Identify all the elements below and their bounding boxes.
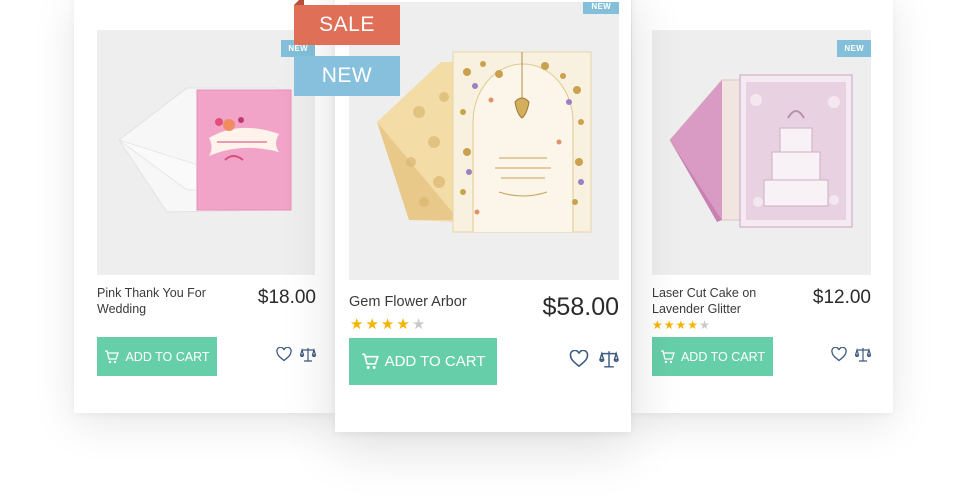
- card-envelope-illustration: [652, 30, 871, 275]
- product-title[interactable]: Laser Cut Cake on Lavender Glitter: [652, 285, 782, 317]
- product-actions: [831, 346, 872, 362]
- product-price: $12.00: [812, 287, 871, 308]
- product-image[interactable]: NEW: [652, 30, 871, 275]
- heart-icon[interactable]: [831, 346, 847, 362]
- product-card-laser-cut-cake: NEW Laser Cut Cake on Lavender Glitter $…: [632, 0, 893, 413]
- add-to-cart-button[interactable]: ADD TO CART: [97, 337, 217, 376]
- add-to-cart-button[interactable]: ADD TO CART: [349, 338, 497, 385]
- add-to-cart-label: ADD TO CART: [384, 353, 486, 370]
- shopping-cart-icon: [660, 349, 675, 364]
- new-badge: NEW: [837, 40, 871, 57]
- star-filled: ★: [396, 316, 412, 333]
- scales-icon[interactable]: [854, 347, 872, 362]
- product-actions: [569, 349, 619, 368]
- star-filled: ★: [687, 318, 700, 332]
- star-filled: ★: [365, 316, 381, 333]
- product-price: $18.00: [257, 287, 316, 308]
- product-price: $58.00: [542, 293, 619, 321]
- sale-ribbon: SALE: [294, 0, 400, 45]
- star-filled: ★: [380, 316, 397, 333]
- star-filled: ★: [652, 318, 664, 332]
- shopping-cart-icon: [361, 353, 379, 370]
- shopping-cart-icon: [104, 349, 120, 364]
- star-empty: ★: [411, 316, 428, 333]
- add-to-cart-button[interactable]: ADD TO CART: [652, 337, 773, 376]
- add-to-cart-label: ADD TO CART: [125, 349, 210, 364]
- product-image[interactable]: NEW: [97, 30, 315, 275]
- star-filled: ★: [663, 318, 676, 332]
- product-actions: [276, 346, 317, 362]
- card-envelope-illustration: [97, 30, 315, 275]
- rating-stars: ★★★★★: [350, 315, 427, 333]
- heart-icon[interactable]: [569, 349, 589, 368]
- rating-stars: ★★★★★: [652, 318, 711, 332]
- scales-icon[interactable]: [299, 347, 317, 362]
- product-title[interactable]: Pink Thank You For Wedding: [97, 285, 232, 317]
- star-filled: ★: [350, 316, 366, 333]
- scales-icon[interactable]: [599, 350, 619, 368]
- star-filled: ★: [675, 318, 688, 332]
- star-empty: ★: [699, 318, 711, 332]
- new-badge: NEW: [583, 2, 619, 14]
- new-ribbon: NEW: [294, 56, 400, 96]
- product-title[interactable]: Gem Flower Arbor: [349, 294, 499, 310]
- heart-icon[interactable]: [276, 346, 292, 362]
- add-to-cart-label: ADD TO CART: [680, 349, 766, 364]
